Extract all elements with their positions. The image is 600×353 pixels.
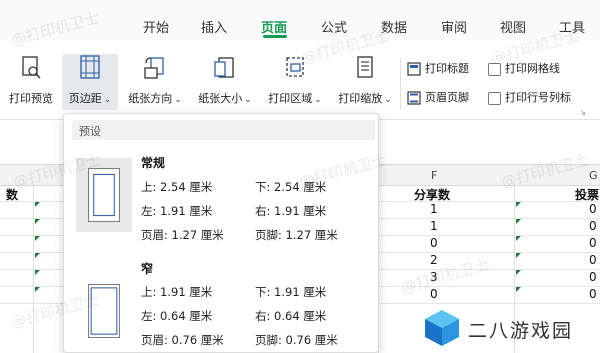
tab-formulas[interactable]: 公式	[321, 17, 347, 36]
header-footer-button[interactable]: 页眉页脚	[407, 89, 469, 105]
share-cell[interactable]: 0	[430, 236, 438, 250]
tab-review[interactable]: 审阅	[441, 17, 467, 36]
active-tab-indicator	[263, 35, 287, 38]
number-as-text-indicator	[35, 270, 40, 275]
preset-section-header: 预设	[72, 120, 375, 140]
print-titles-button[interactable]: 打印标题	[407, 60, 469, 76]
tab-home[interactable]: 开始	[143, 17, 169, 36]
chevron-down-icon: ⌄	[314, 95, 322, 105]
tab-insert[interactable]: 插入	[201, 17, 227, 36]
number-as-text-indicator	[516, 270, 521, 275]
margins-icon	[80, 55, 100, 79]
number-as-text-indicator	[35, 202, 40, 207]
chevron-down-icon: ⌄	[384, 95, 392, 105]
share-cell[interactable]: 1	[430, 202, 438, 216]
preset-name: 窄	[141, 262, 154, 276]
margin-value: 左: 0.64 厘米	[141, 309, 213, 323]
number-as-text-indicator	[35, 253, 40, 258]
number-as-text-indicator	[516, 236, 521, 241]
share-cell[interactable]: 1	[430, 219, 438, 233]
print-headings-checkbox[interactable]: 打印行号列标	[488, 89, 571, 105]
print-titles-icon	[407, 62, 421, 76]
vote-cell[interactable]: 0	[589, 287, 597, 301]
print-preview-button[interactable]: 打印预览	[4, 54, 58, 110]
share-cell[interactable]: 2	[430, 253, 438, 267]
print-preview-icon	[22, 56, 41, 79]
chevron-down-icon: ⌄	[103, 95, 112, 105]
tab-view[interactable]: 视图	[500, 17, 526, 36]
vote-cell[interactable]: 0	[589, 236, 597, 250]
column-header-f[interactable]: F	[431, 169, 437, 182]
margin-value: 右: 0.64 厘米	[255, 309, 327, 323]
header-cell[interactable]: 分享数	[414, 186, 450, 203]
header-cell[interactable]: 投票	[575, 186, 599, 203]
margins-button[interactable]: 页边距 ⌄	[62, 54, 118, 110]
margin-value: 下: 1.91 厘米	[255, 285, 327, 299]
number-as-text-indicator	[516, 219, 521, 224]
vote-cell[interactable]: 0	[589, 202, 597, 216]
dialog-launcher-icon[interactable]: ↘	[579, 108, 586, 117]
ribbon-separator	[400, 58, 401, 110]
chevron-down-icon: ⌄	[244, 95, 252, 105]
number-as-text-indicator	[35, 219, 40, 224]
chevron-down-icon: ⌄	[174, 95, 182, 105]
orientation-button[interactable]: 纸张方向 ⌄	[124, 54, 186, 110]
print-scale-button[interactable]: 打印缩放 ⌄	[332, 54, 398, 110]
number-as-text-indicator	[35, 236, 40, 241]
number-as-text-indicator	[516, 253, 521, 258]
cube-logo-icon	[425, 310, 459, 346]
header-footer-icon	[407, 91, 421, 105]
preset-name: 常规	[141, 156, 166, 170]
tab-page[interactable]: 页面	[261, 17, 287, 36]
margin-value: 页眉: 0.76 厘米	[141, 333, 224, 347]
number-as-text-indicator	[35, 287, 40, 292]
vote-cell[interactable]: 0	[589, 219, 597, 233]
vote-cell[interactable]: 0	[589, 270, 597, 284]
paper-size-icon	[214, 57, 234, 78]
number-as-text-indicator	[516, 287, 521, 292]
paper-size-button[interactable]: 纸张大小 ⌄	[192, 54, 258, 110]
margin-value: 页脚: 1.27 厘米	[255, 228, 338, 242]
vote-cell[interactable]: 0	[589, 253, 597, 267]
margin-value: 上: 1.91 厘米	[141, 285, 213, 299]
margin-value: 上: 2.54 厘米	[141, 180, 213, 194]
orientation-icon	[144, 57, 164, 79]
number-as-text-indicator	[516, 202, 521, 207]
checkbox-icon	[488, 91, 501, 105]
margin-value: 页眉: 1.27 厘米	[141, 228, 224, 242]
margin-value: 左: 1.91 厘米	[141, 204, 213, 218]
site-logo-text: 二八游戏园	[468, 320, 574, 342]
margins-dropdown: 预设 常规 上: 2.54 厘米 下: 2.54 厘米 左: 1.91 厘米 右…	[63, 113, 379, 353]
margin-value: 页脚: 0.76 厘米	[255, 333, 338, 347]
column-header-g[interactable]: G	[589, 169, 598, 182]
margin-value: 右: 1.91 厘米	[255, 204, 327, 218]
print-scale-icon	[357, 56, 373, 78]
